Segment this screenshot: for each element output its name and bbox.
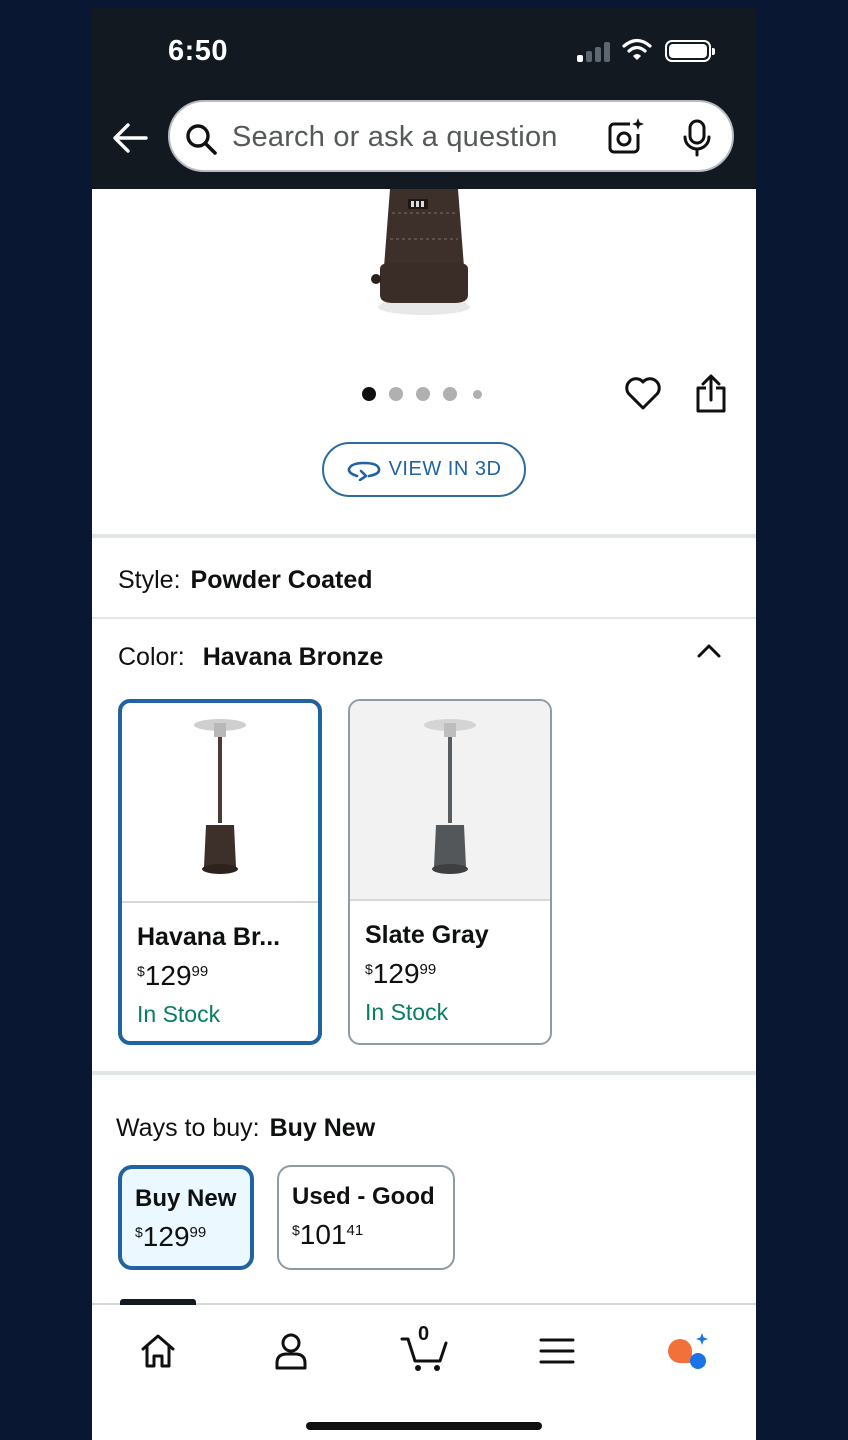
used-good-option[interactable]: Used - Good $10141 [277,1165,455,1270]
search-input[interactable]: Search or ask a question [232,121,558,154]
chevron-up-icon[interactable] [696,643,722,659]
search-icon [186,124,217,155]
swatch-image [122,703,318,903]
back-arrow-icon[interactable] [110,120,150,156]
swatch-image [350,701,550,901]
section-divider [92,617,756,619]
battery-icon [665,40,715,62]
camera-search-icon[interactable] [604,116,646,158]
home-icon[interactable] [136,1329,180,1373]
color-label: Color: [118,643,185,671]
cart-count: 0 [418,1323,430,1345]
page-dot[interactable] [416,387,430,401]
style-value: Powder Coated [190,566,373,594]
page-dot[interactable] [473,390,482,399]
wifi-icon [622,38,652,60]
stock-status: In Stock [365,999,449,1025]
rotate-3d-icon [347,461,380,481]
buy-option-price: $10141 [292,1219,364,1250]
swatch-price: $12999 [137,960,209,991]
cart-button[interactable]: 0 [400,1323,450,1373]
status-time: 6:50 [168,35,229,67]
cellular-signal-icon [577,40,613,62]
account-icon[interactable] [269,1329,313,1373]
ways-to-buy-row: Ways to buy: Buy New [116,1114,375,1143]
active-tab-indicator [120,1299,196,1305]
search-bar[interactable]: Search or ask a question [168,100,734,172]
section-divider [92,1071,756,1075]
bottom-navigation: 0 [92,1299,756,1440]
rufus-assistant-icon[interactable] [664,1329,712,1373]
menu-icon[interactable] [535,1329,579,1373]
page-dot[interactable] [389,387,403,401]
style-label: Style: [118,566,181,594]
home-indicator[interactable] [306,1422,542,1430]
color-swatch-havana-bronze[interactable]: Havana Br... $12999 In Stock [118,699,322,1045]
color-value: Havana Bronze [202,643,384,671]
page-dot[interactable] [443,387,457,401]
ways-to-buy-value: Buy New [269,1114,376,1142]
app-header: 6:50 Search or ask a question [92,7,756,189]
buy-option-title: Used - Good [292,1183,435,1210]
microphone-icon[interactable] [680,118,714,158]
buy-new-option[interactable]: Buy New $12999 [118,1165,254,1270]
section-divider [92,534,756,538]
page-dot[interactable] [362,387,376,401]
share-icon[interactable] [694,374,728,414]
swatch-price: $12999 [365,958,437,989]
buy-option-title: Buy New [135,1185,237,1212]
view-in-3d-label: VIEW IN 3D [388,458,502,480]
phone-screen: 6:50 Search or ask a question VIEW IN 3D… [92,7,756,1440]
ways-to-buy-label: Ways to buy: [116,1114,260,1142]
heart-icon[interactable] [624,375,662,411]
buy-option-price: $12999 [135,1221,207,1252]
color-swatch-slate-gray[interactable]: Slate Gray $12999 In Stock [348,699,552,1045]
product-image[interactable] [354,189,494,319]
swatch-name: Havana Br... [137,923,281,951]
style-row: Style: Powder Coated [118,566,373,595]
stock-status: In Stock [137,1001,221,1027]
swatch-name: Slate Gray [365,921,489,949]
color-row[interactable]: Color: Havana Bronze [118,643,383,672]
view-in-3d-button[interactable]: VIEW IN 3D [322,442,526,497]
